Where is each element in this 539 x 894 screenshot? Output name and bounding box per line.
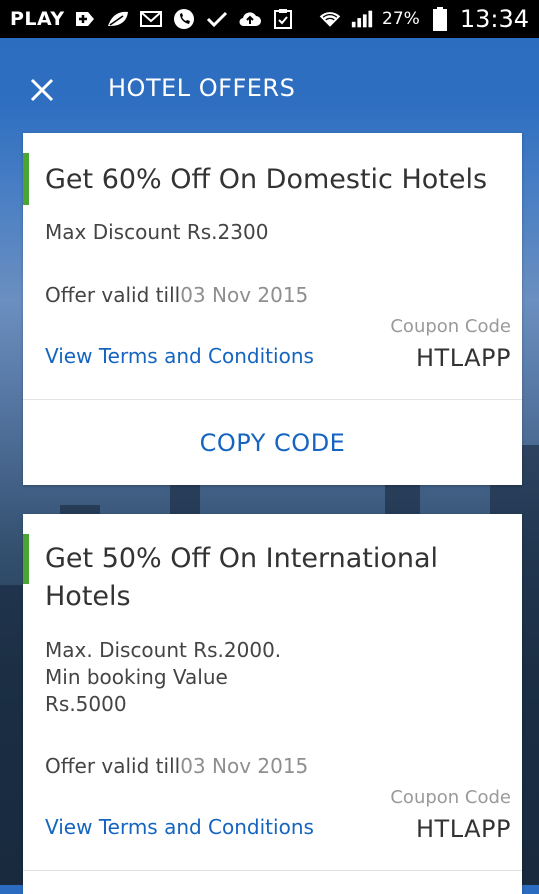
clock: 13:34 — [459, 5, 529, 33]
battery-percent: 27% — [382, 9, 420, 29]
view-terms-link[interactable]: View Terms and Conditions — [45, 815, 314, 839]
offer-validity: Offer valid till03 Nov 2015 — [45, 754, 308, 778]
carrier-label: PLAY — [10, 8, 65, 30]
offer-card: Get 50% Off On International Hotels Max.… — [23, 514, 522, 894]
valid-label: Offer valid till — [45, 754, 181, 778]
valid-label: Offer valid till — [45, 283, 181, 307]
signal-icon — [350, 8, 374, 30]
offer-description: Max Discount Rs.2300 — [45, 220, 269, 244]
phone-icon — [172, 8, 196, 30]
status-bar: PLAY 27% 13:34 — [0, 0, 539, 38]
valid-date: 03 Nov 2015 — [180, 283, 309, 307]
card-divider — [23, 399, 522, 400]
card-accent-bar — [23, 534, 29, 584]
cloud-upload-icon — [238, 8, 262, 30]
coupon-code: HTLAPP — [416, 344, 511, 372]
copy-code-button[interactable]: COPY CODE — [23, 401, 522, 485]
mail-icon — [139, 8, 163, 30]
valid-date: 03 Nov 2015 — [180, 754, 309, 778]
offer-description-line: Max. Discount Rs.2000. — [45, 638, 282, 662]
wifi-icon — [318, 8, 342, 30]
card-accent-bar — [23, 153, 29, 205]
close-button[interactable] — [24, 72, 60, 108]
offer-title: Get 60% Off On Domestic Hotels — [45, 164, 488, 195]
coupon-code-label: Coupon Code — [390, 787, 511, 808]
view-terms-link[interactable]: View Terms and Conditions — [45, 344, 314, 368]
offer-card: Get 60% Off On Domestic Hotels Max Disco… — [23, 133, 522, 485]
offer-validity: Offer valid till03 Nov 2015 — [45, 283, 308, 307]
card-divider — [23, 870, 522, 871]
page-title: HOTEL OFFERS — [108, 74, 296, 102]
offer-description-line: Min booking Value — [45, 665, 228, 689]
close-icon — [30, 78, 54, 102]
offer-description-line: Rs.5000 — [45, 692, 127, 716]
battery-icon — [428, 7, 452, 31]
add-icon — [73, 8, 97, 30]
app-header: HOTEL OFFERS — [0, 38, 539, 134]
coupon-code-label: Coupon Code — [390, 316, 511, 337]
clipboard-icon — [271, 8, 295, 30]
check-icon — [205, 8, 229, 30]
leaf-icon — [106, 8, 130, 30]
coupon-code: HTLAPP — [416, 815, 511, 843]
offer-title: Get 50% Off On International Hotels — [45, 543, 439, 612]
